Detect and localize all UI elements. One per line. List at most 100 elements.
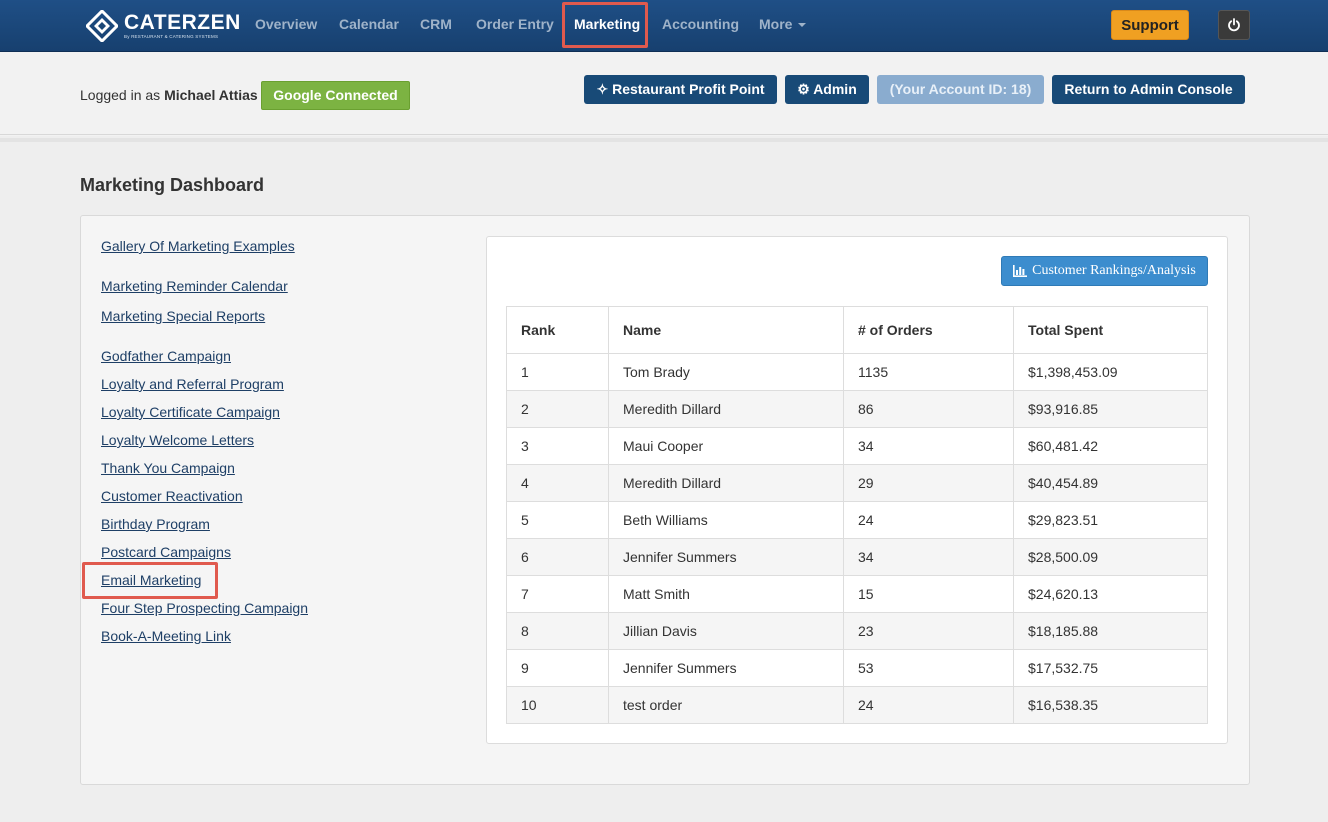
link-loyalty-welcome-letters[interactable]: Loyalty Welcome Letters [101,432,254,448]
customer-rankings-button[interactable]: Customer Rankings/Analysis [1001,256,1208,286]
cell-orders: 23 [843,612,1014,650]
nav-order-entry[interactable]: Order Entry [476,0,554,50]
link-postcard-campaigns[interactable]: Postcard Campaigns [101,544,231,560]
page-title: Marketing Dashboard [80,175,265,195]
link-gallery-of-marketing-examples[interactable]: Gallery Of Marketing Examples [101,238,295,254]
cell-total-spent: $16,538.35 [1013,686,1208,724]
cell-total-spent: $28,500.09 [1013,538,1208,576]
bar-chart-icon [1013,265,1028,277]
cell-orders: 15 [843,575,1014,613]
google-connected-button[interactable]: Google Connected [261,81,410,110]
col-orders[interactable]: # of Orders [843,306,1014,354]
cell-total-spent: $1,398,453.09 [1013,353,1208,391]
logged-in-text: Logged in as Michael Attias [80,87,258,103]
cell-rank: 3 [506,427,609,465]
cell-rank: 9 [506,649,609,687]
cell-rank: 7 [506,575,609,613]
return-admin-console-button[interactable]: Return to Admin Console [1052,75,1245,104]
cell-orders: 24 [843,686,1014,724]
cell-rank: 10 [506,686,609,724]
nav-more[interactable]: More [759,0,807,50]
admin-button[interactable]: ⚙ Admin [785,75,869,104]
table-row[interactable]: 8 Jillian Davis 23 $18,185.88 [506,612,1208,650]
cell-total-spent: $40,454.89 [1013,464,1208,502]
table-row[interactable]: 6 Jennifer Summers 34 $28,500.09 [506,538,1208,576]
crosshair-icon: ✧ [596,81,609,97]
cell-total-spent: $93,916.85 [1013,390,1208,428]
cell-rank: 2 [506,390,609,428]
caret-down-icon [798,23,807,28]
link-marketing-special-reports[interactable]: Marketing Special Reports [101,308,265,324]
link-loyalty-and-referral-program[interactable]: Loyalty and Referral Program [101,376,284,392]
cell-total-spent: $60,481.42 [1013,427,1208,465]
cell-orders: 1135 [843,353,1014,391]
logo-tagline: By RESTAURANT & CATERING SYSTEMS [124,34,219,39]
divider [0,134,1328,135]
table-row[interactable]: 9 Jennifer Summers 53 $17,532.75 [506,649,1208,687]
cell-rank: 4 [506,464,609,502]
cell-rank: 5 [506,501,609,539]
table-row[interactable]: 4 Meredith Dillard 29 $40,454.89 [506,464,1208,502]
cell-name: test order [608,686,844,724]
logged-in-prefix: Logged in as [80,87,161,103]
customer-rankings-table: Rank Name # of Orders Total Spent 1 Tom B… [506,306,1208,724]
caterzen-logo[interactable]: CATERZEN By RESTAURANT & CATERING SYSTEM… [84,8,241,44]
link-customer-reactivation[interactable]: Customer Reactivation [101,488,243,504]
restaurant-profit-point-label: Restaurant Profit Point [612,81,765,97]
table-row[interactable]: 7 Matt Smith 15 $24,620.13 [506,575,1208,613]
table-row[interactable]: 1 Tom Brady 1135 $1,398,453.09 [506,353,1208,391]
col-name[interactable]: Name [608,306,844,354]
cell-total-spent: $29,823.51 [1013,501,1208,539]
cell-name: Jillian Davis [608,612,844,650]
link-loyalty-certificate-campaign[interactable]: Loyalty Certificate Campaign [101,404,280,420]
cell-orders: 34 [843,538,1014,576]
nav-marketing-highlight [562,2,648,48]
logout-button[interactable] [1218,10,1250,40]
table-row[interactable]: 2 Meredith Dillard 86 $93,916.85 [506,390,1208,428]
link-marketing-reminder-calendar[interactable]: Marketing Reminder Calendar [101,278,288,294]
link-four-step-prospecting-campaign[interactable]: Four Step Prospecting Campaign [101,600,308,616]
restaurant-profit-point-button[interactable]: ✧ Restaurant Profit Point [584,75,777,104]
link-thank-you-campaign[interactable]: Thank You Campaign [101,460,235,476]
cell-orders: 24 [843,501,1014,539]
cell-rank: 6 [506,538,609,576]
gear-icon: ⚙ [797,81,810,97]
link-godfather-campaign[interactable]: Godfather Campaign [101,348,231,364]
cell-name: Meredith Dillard [608,390,844,428]
cell-name: Beth Williams [608,501,844,539]
support-button[interactable]: Support [1111,10,1189,40]
cell-name: Tom Brady [608,353,844,391]
table-row[interactable]: 3 Maui Cooper 34 $60,481.42 [506,427,1208,465]
link-book-a-meeting[interactable]: Book-A-Meeting Link [101,628,231,644]
cell-rank: 1 [506,353,609,391]
divider [0,138,1328,142]
logo-name: CATERZEN [124,11,241,34]
nav-calendar[interactable]: Calendar [339,0,399,50]
cell-name: Matt Smith [608,575,844,613]
account-id-button[interactable]: (Your Account ID: 18) [877,75,1044,104]
power-icon [1228,18,1240,32]
table-header-row: Rank Name # of Orders Total Spent [506,306,1208,354]
cell-name: Meredith Dillard [608,464,844,502]
cell-orders: 53 [843,649,1014,687]
top-navbar: CATERZEN By RESTAURANT & CATERING SYSTEM… [0,0,1328,52]
user-name: Michael Attias [164,87,258,103]
admin-label: Admin [813,81,857,97]
link-birthday-program[interactable]: Birthday Program [101,516,210,532]
nav-overview[interactable]: Overview [255,0,317,50]
cell-orders: 86 [843,390,1014,428]
nav-more-label: More [759,16,793,32]
cell-name: Maui Cooper [608,427,844,465]
table-row[interactable]: 5 Beth Williams 24 $29,823.51 [506,501,1208,539]
cell-name: Jennifer Summers [608,649,844,687]
cell-total-spent: $18,185.88 [1013,612,1208,650]
customer-rankings-label: Customer Rankings/Analysis [1032,263,1196,278]
nav-accounting[interactable]: Accounting [662,0,739,50]
cell-name: Jennifer Summers [608,538,844,576]
col-total-spent[interactable]: Total Spent [1013,306,1208,354]
email-marketing-highlight [82,562,218,599]
cell-total-spent: $17,532.75 [1013,649,1208,687]
col-rank[interactable]: Rank [506,306,609,354]
nav-crm[interactable]: CRM [420,0,452,50]
table-row[interactable]: 10 test order 24 $16,538.35 [506,686,1208,724]
